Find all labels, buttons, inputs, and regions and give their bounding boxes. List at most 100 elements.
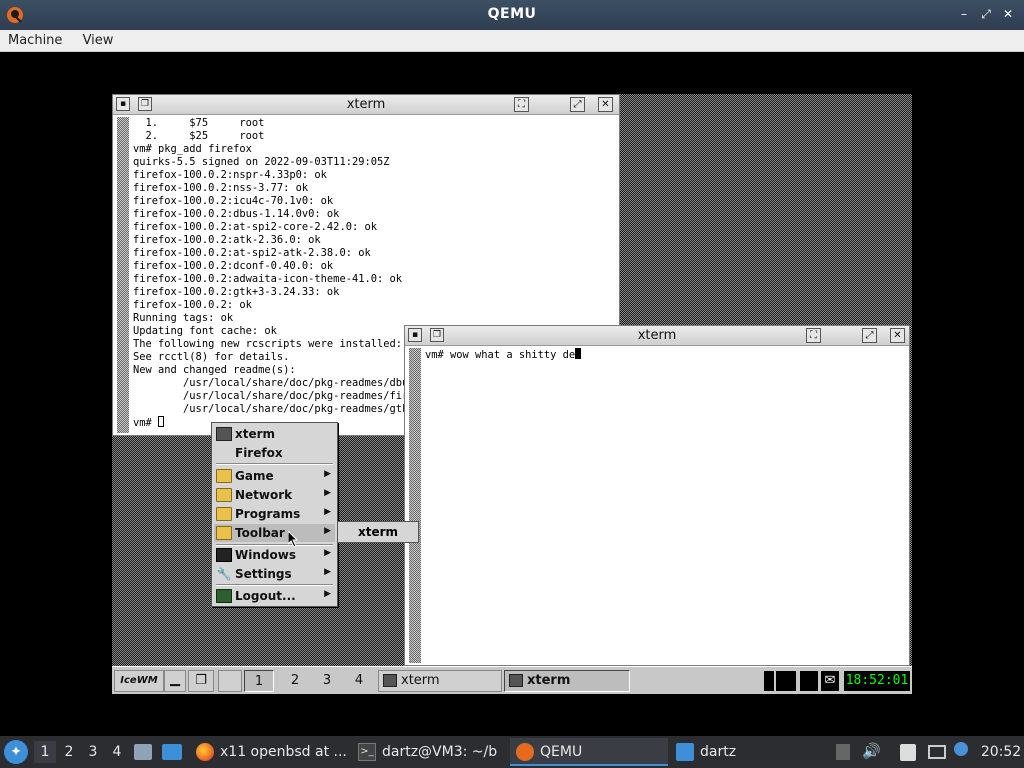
- submenu-arrow-icon: ▶: [324, 567, 331, 577]
- network-icon[interactable]: [954, 742, 968, 756]
- folder-icon: [676, 743, 694, 761]
- menu-item-network[interactable]: Network ▶: [214, 486, 335, 504]
- xterm-2-terminal[interactable]: vm# wow what a shitty de: [425, 348, 907, 663]
- folder-icon: [216, 507, 232, 521]
- display-icon[interactable]: [928, 745, 946, 759]
- volume-icon[interactable]: 🔊: [862, 742, 881, 760]
- submenu-arrow-icon: ▶: [324, 548, 331, 558]
- menu-item-logout[interactable]: Logout... ▶: [214, 587, 335, 605]
- terminal-line: quirks-5.5 signed on 2022-09-03T11:29:05…: [133, 156, 390, 168]
- app-launcher-icon[interactable]: ✦: [4, 740, 28, 764]
- host-task-qemu[interactable]: QEMU: [510, 738, 668, 766]
- menu-item-toolbar[interactable]: Toolbar ▶: [214, 524, 335, 542]
- host-workspace-3[interactable]: 3: [82, 741, 104, 763]
- logout-icon: [216, 589, 232, 603]
- text-cursor: [575, 348, 582, 359]
- menu-separator: [216, 584, 333, 586]
- files-launcher-icon[interactable]: [134, 744, 152, 760]
- text-cursor: [158, 416, 165, 427]
- clipboard-icon[interactable]: [900, 744, 916, 761]
- mouse-pointer-icon: [288, 531, 298, 547]
- icewm-start-button[interactable]: IceWM: [114, 670, 164, 692]
- mem-monitor: [800, 671, 818, 691]
- terminal-line: firefox-100.0.2:at-spi2-atk-2.38.0: ok: [133, 247, 371, 259]
- xterm-window-2[interactable]: ▪ ❐ xterm ⛶ ⤢ ✕ vm# wow what a shitty de: [404, 325, 910, 666]
- task-xterm-2[interactable]: xterm: [504, 670, 630, 692]
- upload-icon[interactable]: [836, 744, 850, 760]
- host-clock[interactable]: 20:52: [980, 736, 1022, 768]
- folder-icon: [216, 469, 232, 483]
- host-task-terminal[interactable]: >_ dartz@VM3: ~/b: [352, 738, 508, 766]
- submenu-arrow-icon: ▶: [324, 589, 331, 599]
- net-monitor: [776, 671, 796, 691]
- xterm-2-title: xterm: [637, 328, 677, 343]
- qemu-titlebar[interactable]: QEMU – ⤢ ✕: [0, 0, 1024, 30]
- window-list-button[interactable]: ❐: [188, 670, 214, 692]
- menu-item-game[interactable]: Game ▶: [214, 467, 335, 485]
- terminal-line: firefox-100.0.2:icu4c-70.1v0: ok: [133, 195, 334, 207]
- toolbar-submenu[interactable]: xterm: [337, 521, 419, 543]
- menu-view[interactable]: View: [75, 30, 122, 51]
- xterm-2-scrollbar[interactable]: [409, 348, 421, 663]
- qemu-icon: [516, 743, 534, 761]
- firefox-icon: [196, 743, 214, 761]
- start-menu[interactable]: xterm Firefox Game ▶ Network ▶ Programs …: [211, 422, 338, 607]
- desktop-launcher-icon[interactable]: [162, 744, 182, 760]
- menu-item-programs[interactable]: Programs ▶: [214, 505, 335, 523]
- terminal-line: Running tags: ok: [133, 312, 234, 324]
- command-line: vm# wow what a shitty de: [425, 349, 576, 361]
- menu-item-firefox[interactable]: Firefox: [214, 444, 335, 462]
- host-workspace-4[interactable]: 4: [106, 741, 128, 763]
- show-desktop-button[interactable]: ▁: [164, 670, 186, 692]
- terminal-line: firefox-100.0.2: ok: [133, 299, 252, 311]
- maximize-icon[interactable]: ⤢: [570, 97, 585, 112]
- submenu-item-xterm[interactable]: xterm: [358, 525, 398, 539]
- maximize-icon[interactable]: ⤢: [862, 328, 877, 343]
- window-title: QEMU: [487, 6, 537, 22]
- workspace-4[interactable]: 4: [344, 670, 374, 692]
- submenu-arrow-icon: ▶: [324, 488, 331, 498]
- workspace-3[interactable]: 3: [312, 670, 342, 692]
- submenu-arrow-icon: ▶: [324, 469, 331, 479]
- wrench-icon: 🔧: [216, 567, 232, 581]
- terminal-line: vm# pkg_add firefox: [133, 143, 252, 155]
- xterm-1-titlebar[interactable]: ▪ ❐ xterm ⛶ ⤢ ✕: [113, 95, 619, 115]
- guest-desktop[interactable]: ▪ ❐ xterm ⛶ ⤢ ✕ 1. $75 root 2. $25 root v…: [112, 94, 912, 694]
- workspace-1[interactable]: 1: [244, 670, 274, 692]
- terminal-icon: [216, 427, 232, 441]
- host-panel: ✦ 1 2 3 4 x11 openbsd at ... >_ dartz@VM…: [0, 736, 1024, 768]
- task-xterm-1[interactable]: xterm: [378, 670, 502, 692]
- menu-item-settings[interactable]: 🔧 Settings ▶: [214, 565, 335, 583]
- close-icon[interactable]: ✕: [890, 328, 905, 343]
- host-workspace-2[interactable]: 2: [58, 741, 80, 763]
- terminal-line: firefox-100.0.2:adwaita-icon-theme-41.0:…: [133, 273, 402, 285]
- close-icon[interactable]: ✕: [598, 97, 613, 112]
- terminal-icon: [509, 674, 523, 687]
- submenu-arrow-icon: ▶: [324, 526, 331, 536]
- host-workspace-1[interactable]: 1: [34, 741, 56, 763]
- menu-item-windows[interactable]: Windows ▶: [214, 546, 335, 564]
- minimize-button[interactable]: –: [956, 6, 972, 22]
- fullscreen-icon[interactable]: ⛶: [806, 328, 821, 343]
- terminal-icon: >_: [358, 743, 376, 761]
- terminal-line: firefox-100.0.2:atk-2.36.0: ok: [133, 234, 321, 246]
- host-task-files[interactable]: dartz: [670, 738, 828, 766]
- guest-clock[interactable]: 18:52:01: [844, 671, 910, 691]
- xterm-1-title: xterm: [346, 97, 386, 112]
- windows-icon: [216, 548, 232, 562]
- workspace-2[interactable]: 2: [280, 670, 310, 692]
- menu-item-xterm[interactable]: xterm: [214, 425, 335, 443]
- quicklaunch-button[interactable]: [218, 670, 242, 692]
- folder-icon: [216, 526, 232, 540]
- xterm-2-titlebar[interactable]: ▪ ❐ xterm ⛶ ⤢ ✕: [405, 326, 909, 346]
- terminal-line: firefox-100.0.2:nss-3.77: ok: [133, 182, 309, 194]
- close-button[interactable]: ✕: [1000, 6, 1016, 22]
- xterm-1-scrollbar[interactable]: [117, 117, 129, 433]
- guest-taskbar: IceWM ▁ ❐ 1 2 3 4 xterm xterm ✉ 18:52:01: [112, 666, 912, 694]
- menu-machine[interactable]: Machine: [0, 30, 70, 51]
- mail-icon[interactable]: ✉: [821, 671, 839, 691]
- fullscreen-icon[interactable]: ⛶: [514, 97, 529, 112]
- terminal-line: firefox-100.0.2:gtk+3-3.24.33: ok: [133, 286, 340, 298]
- host-task-firefox[interactable]: x11 openbsd at ...: [190, 738, 350, 766]
- restore-button[interactable]: ⤢: [978, 6, 994, 22]
